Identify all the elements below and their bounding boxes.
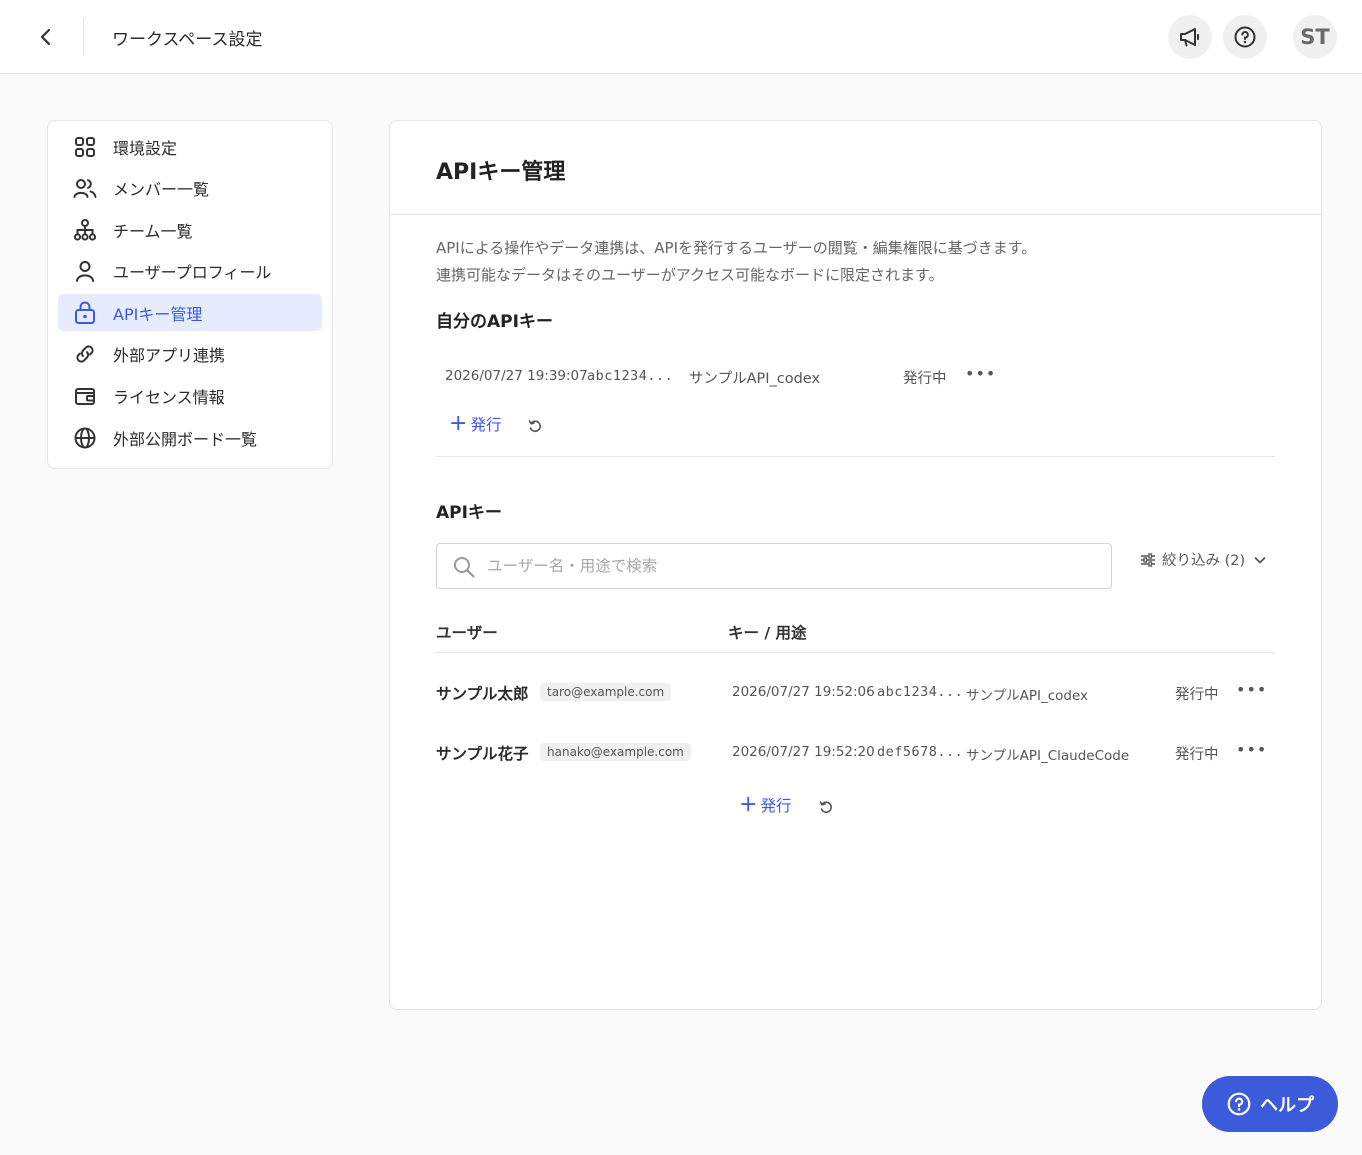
status-badge: 発行中 bbox=[1175, 747, 1219, 763]
plus-icon: + bbox=[739, 792, 758, 817]
grid-icon bbox=[73, 135, 97, 159]
key-date: 2026/07/27 19:39:07 bbox=[445, 368, 588, 384]
column-header-key: キー / 用途 bbox=[728, 624, 807, 642]
sliders-icon bbox=[1141, 552, 1155, 567]
more-options-button[interactable]: ••• bbox=[1236, 680, 1267, 699]
sidebar-item-label: ライセンス情報 bbox=[113, 388, 225, 408]
key-value: abc1234... bbox=[877, 684, 964, 700]
api-keys-title: APIキー bbox=[436, 503, 502, 523]
question-circle-icon bbox=[1234, 26, 1256, 48]
filter-label: 絞り込み (2) bbox=[1162, 553, 1246, 569]
sidebar-item-integrations[interactable]: 外部アプリ連携 bbox=[58, 336, 322, 373]
key-purpose: サンプルAPI_ClaudeCode bbox=[966, 748, 1130, 764]
issue-key-button[interactable]: + 発行 bbox=[449, 413, 501, 435]
sidebar-item-license[interactable]: ライセンス情報 bbox=[58, 378, 322, 415]
sidebar-item-label: ユーザープロフィール bbox=[113, 263, 272, 283]
header-divider bbox=[83, 18, 84, 56]
divider bbox=[390, 214, 1321, 215]
sidebar-item-label: APIキー管理 bbox=[113, 304, 203, 324]
column-header-user: ユーザー bbox=[436, 624, 498, 642]
refresh-icon bbox=[528, 420, 541, 432]
sidebar-item-teams[interactable]: チーム一覧 bbox=[58, 211, 322, 248]
sidebar-item-label: 外部公開ボード一覧 bbox=[113, 429, 258, 449]
help-icon-button[interactable] bbox=[1223, 15, 1267, 59]
key-value: abc1234... bbox=[587, 368, 674, 384]
section-divider bbox=[436, 456, 1275, 457]
sidebar-item-members[interactable]: メンバー一覧 bbox=[58, 170, 322, 207]
users-icon bbox=[73, 176, 97, 200]
link-icon bbox=[73, 342, 97, 366]
sidebar-item-label: 環境設定 bbox=[113, 138, 178, 158]
issue-label: 発行 bbox=[760, 797, 792, 815]
help-button[interactable]: ヘルプ bbox=[1202, 1076, 1338, 1132]
more-options-button[interactable]: ••• bbox=[965, 364, 996, 383]
org-chart-icon bbox=[73, 218, 97, 242]
panel-title: APIキー管理 bbox=[436, 160, 566, 185]
key-date: 2026/07/27 19:52:06 bbox=[732, 684, 875, 700]
description: APIによる操作やデータ連携は、APIを発行するユーザーの閲覧・編集権限に基づき… bbox=[436, 235, 1036, 289]
chevron-left-icon bbox=[40, 28, 51, 46]
key-value: def5678... bbox=[877, 744, 964, 760]
email-tag: taro@example.com bbox=[540, 683, 672, 701]
sidebar-item-profile[interactable]: ユーザープロフィール bbox=[58, 253, 322, 290]
table-header-divider bbox=[436, 652, 1275, 653]
key-date: 2026/07/27 19:52:20 bbox=[732, 744, 875, 760]
status-badge: 発行中 bbox=[1175, 687, 1219, 703]
description-line: APIによる操作やデータ連携は、APIを発行するユーザーの閲覧・編集権限に基づき… bbox=[436, 239, 1037, 257]
help-label: ヘルプ bbox=[1260, 1095, 1314, 1116]
description-line: 連携可能なデータはそのユーザーがアクセス可能なボードに限定されます。 bbox=[436, 266, 944, 284]
refresh-button[interactable] bbox=[524, 415, 546, 437]
announcements-button[interactable] bbox=[1168, 15, 1212, 59]
issue-label: 発行 bbox=[470, 416, 502, 434]
search-icon bbox=[454, 557, 475, 578]
sidebar-item-environment[interactable]: 環境設定 bbox=[58, 128, 322, 165]
chevron-down-icon bbox=[1254, 556, 1266, 563]
megaphone-icon bbox=[1180, 28, 1199, 47]
user-name: サンプル花子 bbox=[436, 745, 529, 763]
issue-key-button[interactable]: + 発行 bbox=[739, 794, 791, 816]
settings-sidebar: 環境設定 メンバー一覧 チーム一覧 ユーザープロフィール APIキー管理 外部ア… bbox=[47, 120, 333, 469]
sidebar-item-label: チーム一覧 bbox=[113, 221, 193, 241]
more-options-button[interactable]: ••• bbox=[1236, 740, 1267, 759]
sidebar-item-api-keys[interactable]: APIキー管理 bbox=[58, 294, 322, 332]
top-bar: ワークスペース設定 ST bbox=[0, 0, 1362, 74]
status-badge: 発行中 bbox=[903, 371, 947, 387]
avatar[interactable]: ST bbox=[1293, 15, 1337, 59]
api-key-panel: APIキー管理 APIによる操作やデータ連携は、APIを発行するユーザーの閲覧・… bbox=[389, 120, 1322, 1010]
page-title: ワークスペース設定 bbox=[112, 30, 263, 50]
sidebar-item-label: メンバー一覧 bbox=[113, 180, 210, 200]
user-icon bbox=[73, 259, 97, 283]
refresh-icon bbox=[819, 801, 832, 813]
question-circle-icon bbox=[1226, 1091, 1252, 1117]
filter-dropdown[interactable]: 絞り込み (2) bbox=[1140, 549, 1267, 570]
user-name: サンプル太郎 bbox=[436, 685, 529, 703]
email-tag: hanako@example.com bbox=[540, 743, 691, 761]
search-box[interactable] bbox=[436, 543, 1112, 589]
sidebar-item-label: 外部アプリ連携 bbox=[113, 346, 226, 366]
sidebar-item-public-boards[interactable]: 外部公開ボード一覧 bbox=[58, 419, 322, 456]
my-keys-title: 自分のAPIキー bbox=[436, 312, 553, 332]
lock-icon bbox=[73, 301, 97, 325]
key-purpose: サンプルAPI_codex bbox=[966, 688, 1089, 704]
globe-icon bbox=[73, 426, 97, 450]
refresh-button[interactable] bbox=[815, 796, 837, 818]
wallet-icon bbox=[73, 384, 97, 408]
key-purpose: サンプルAPI_codex bbox=[689, 371, 821, 387]
plus-icon: + bbox=[449, 411, 468, 436]
back-button[interactable] bbox=[30, 22, 62, 52]
search-input[interactable] bbox=[487, 554, 1087, 578]
